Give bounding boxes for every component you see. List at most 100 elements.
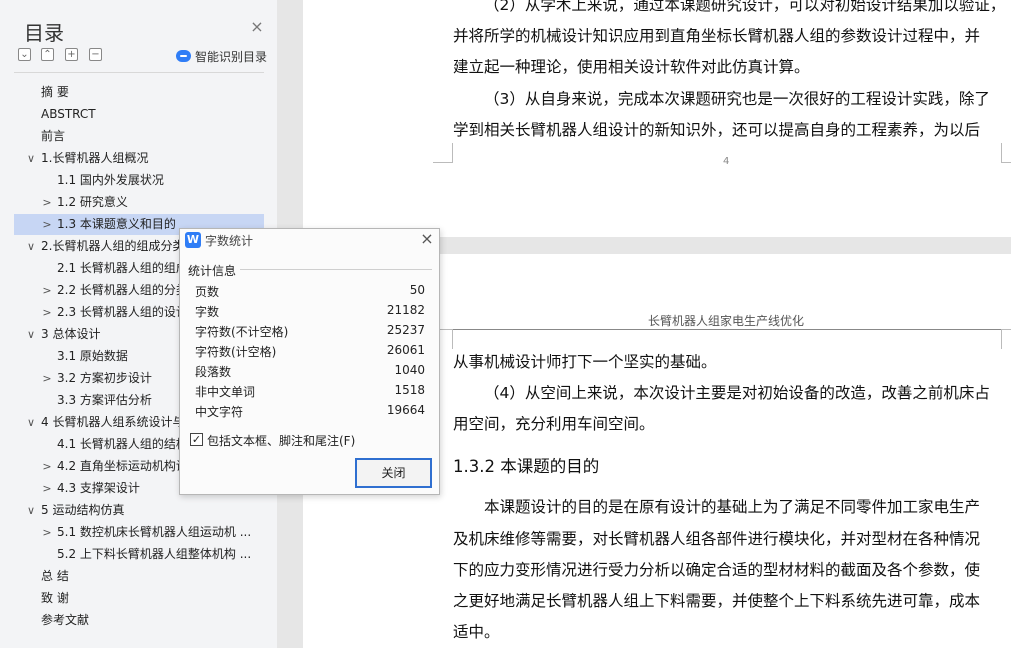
toc-item-label: 5 运动结构仿真 bbox=[41, 503, 125, 517]
toc-item[interactable]: 前言 bbox=[14, 126, 264, 147]
stat-value: 25237 bbox=[386, 323, 425, 337]
stat-row: 字数 21182 bbox=[195, 303, 425, 323]
margin-mark bbox=[1001, 329, 1011, 349]
add-heading-icon[interactable]: + bbox=[65, 48, 78, 61]
stat-row: 字符数(计空格) 26061 bbox=[195, 343, 425, 363]
chevron-right-icon[interactable]: > bbox=[41, 302, 53, 323]
chevron-right-icon[interactable]: > bbox=[41, 214, 53, 235]
page-header: 长臂机器人组家电生产线优化 bbox=[648, 314, 805, 328]
paragraph-line: 从事机械设计师打下一个坚实的基础。 bbox=[453, 353, 717, 371]
toc-item-label: 摘 要 bbox=[41, 85, 69, 99]
toc-item-label: 4.2 直角坐标运动机构设 bbox=[57, 459, 188, 473]
stats-group-label: 统计信息 bbox=[188, 264, 237, 278]
toc-item-label: 1.3 本课题意义和目的 bbox=[57, 217, 176, 231]
stat-row: 中文字符 19664 bbox=[195, 403, 425, 423]
margin-mark bbox=[1001, 143, 1011, 163]
smart-toc-button[interactable]: 智能识别目录 bbox=[176, 48, 267, 64]
stat-label: 页数 bbox=[195, 285, 220, 299]
toc-item-label: 3 总体设计 bbox=[41, 327, 101, 341]
collapse-all-icon[interactable]: ⌄ bbox=[18, 48, 31, 61]
paragraph-line: 本课题设计的目的是在原有设计的基础上为了满足不同零件加工家电生产 bbox=[484, 498, 981, 516]
close-icon[interactable]: × bbox=[249, 19, 265, 35]
chevron-down-icon[interactable]: ∨ bbox=[25, 148, 37, 169]
paragraph-line: 并将所学的机械设计知识应用到直角坐标长臂机器人组的参数设计过程中，并 bbox=[453, 27, 981, 45]
paragraph-line: 学到相关长臂机器人组设计的新知识外，还可以提高自身的工程素养，为以后 bbox=[453, 121, 981, 139]
dialog-title: 字数统计 bbox=[205, 234, 254, 248]
toc-item-label: 5.1 数控机床长臂机器人组运动机 ... bbox=[57, 525, 252, 539]
toc-item-label: 致 谢 bbox=[41, 591, 69, 605]
chevron-right-icon[interactable]: > bbox=[41, 522, 53, 543]
toc-item[interactable]: ∨ 1.长臂机器人组概况 bbox=[14, 148, 264, 169]
wps-writer-icon: W bbox=[185, 232, 201, 248]
close-icon[interactable]: × bbox=[418, 230, 436, 248]
chevron-right-icon[interactable]: > bbox=[41, 280, 53, 301]
divider bbox=[240, 269, 432, 270]
chevron-down-icon[interactable]: ∨ bbox=[25, 412, 37, 433]
stat-label: 中文字符 bbox=[195, 405, 244, 419]
paragraph-line: 下的应力变形情况进行受力分析以确定合适的型材材料的截面及各个参数，使 bbox=[453, 561, 981, 579]
close-button[interactable]: 关闭 bbox=[355, 458, 432, 488]
toc-item[interactable]: 致 谢 bbox=[14, 588, 264, 609]
stat-value: 21182 bbox=[386, 303, 425, 317]
paragraph-line: 用空间，充分利用车间空间。 bbox=[453, 415, 655, 433]
stat-label: 字符数(计空格) bbox=[195, 345, 277, 359]
stat-value: 50 bbox=[409, 283, 425, 297]
stat-value: 19664 bbox=[386, 403, 425, 417]
toc-item-label: 2.1 长臂机器人组的组成 bbox=[57, 261, 188, 275]
margin-mark bbox=[433, 143, 453, 163]
remove-heading-icon[interactable]: − bbox=[89, 48, 102, 61]
toc-item-label: 3.2 方案初步设计 bbox=[57, 371, 152, 385]
toc-item[interactable]: >5.1 数控机床长臂机器人组运动机 ... bbox=[14, 522, 264, 543]
toc-item[interactable]: 总 结 bbox=[14, 566, 264, 587]
paragraph-line: 及机床维修等需要，对长臂机器人组各部件进行模块化，并对型材在各种情况 bbox=[453, 530, 981, 548]
toc-item-label: 4 长臂机器人组系统设计与 bbox=[41, 415, 185, 429]
stat-label: 字符数(不计空格) bbox=[195, 325, 289, 339]
toc-item-label: 总 结 bbox=[41, 569, 69, 583]
toc-item-label: 参考文献 bbox=[41, 613, 90, 627]
chevron-right-icon[interactable]: > bbox=[41, 192, 53, 213]
page-number: 4 bbox=[723, 156, 730, 167]
paragraph-line: 适中。 bbox=[453, 623, 500, 641]
section-heading: 1.3.2 本课题的目的 bbox=[453, 457, 600, 476]
toc-item[interactable]: 1.1 国内外发展状况 bbox=[14, 170, 264, 191]
include-textbox-label[interactable]: 包括文本框、脚注和尾注(F) bbox=[207, 432, 355, 449]
toc-item-label: 1.长臂机器人组概况 bbox=[41, 151, 149, 165]
toc-item-label: 1.2 研究意义 bbox=[57, 195, 128, 209]
stat-label: 字数 bbox=[195, 305, 220, 319]
toc-item[interactable]: ∨ 5 运动结构仿真 bbox=[14, 500, 264, 521]
toc-item-label: 3.1 原始数据 bbox=[57, 349, 128, 363]
toc-item[interactable]: >1.2 研究意义 bbox=[14, 192, 264, 213]
toc-item-label: 前言 bbox=[41, 129, 66, 143]
stat-row: 字符数(不计空格) 25237 bbox=[195, 323, 425, 343]
include-textbox-checkbox[interactable]: ✓ bbox=[190, 433, 203, 446]
stat-row: 非中文单词 1518 bbox=[195, 383, 425, 403]
toc-item-label: 3.3 方案评估分析 bbox=[57, 393, 152, 407]
chevron-down-icon[interactable]: ∨ bbox=[25, 236, 37, 257]
stat-row: 页数 50 bbox=[195, 283, 425, 303]
paragraph-line: （3）从自身来说，完成本次课题研究也是一次很好的工程设计实践，除了 bbox=[484, 90, 990, 108]
paragraph-line: （2）从学术上来说，通过本课题研究设计，可以对初始设计结果加以验证， bbox=[484, 0, 1001, 14]
stat-value: 1040 bbox=[394, 363, 425, 377]
chevron-right-icon[interactable]: > bbox=[41, 478, 53, 499]
stat-value: 26061 bbox=[386, 343, 425, 357]
toc-item[interactable]: 参考文献 bbox=[14, 610, 264, 631]
chevron-right-icon[interactable]: > bbox=[41, 368, 53, 389]
toc-item-label: ABSTRCT bbox=[41, 107, 96, 121]
stat-value: 1518 bbox=[394, 383, 425, 397]
word-count-dialog: W 字数统计 × 统计信息 页数 50 字数 21182 字符数(不计空格) 25237 字… bbox=[179, 228, 440, 495]
expand-up-icon[interactable]: ⌃ bbox=[41, 48, 54, 61]
toc-item[interactable]: 摘 要 bbox=[14, 82, 264, 103]
chevron-down-icon[interactable]: ∨ bbox=[25, 500, 37, 521]
stat-label: 段落数 bbox=[195, 365, 232, 379]
stat-label: 非中文单词 bbox=[195, 385, 256, 399]
toc-item-label: 2.2 长臂机器人组的分类 bbox=[57, 283, 188, 297]
chevron-right-icon[interactable]: > bbox=[41, 456, 53, 477]
toc-item-label: 2.长臂机器人组的组成分类 bbox=[41, 239, 185, 253]
toc-item[interactable]: 5.2 上下料长臂机器人组整体机构 ... bbox=[14, 544, 264, 565]
toc-item-label: 4.1 长臂机器人组的结构 bbox=[57, 437, 188, 451]
ai-cloud-icon bbox=[176, 50, 191, 62]
stat-row: 段落数 1040 bbox=[195, 363, 425, 383]
toc-item[interactable]: ABSTRCT bbox=[14, 104, 264, 125]
header-rule bbox=[453, 329, 1001, 330]
chevron-down-icon[interactable]: ∨ bbox=[25, 324, 37, 345]
